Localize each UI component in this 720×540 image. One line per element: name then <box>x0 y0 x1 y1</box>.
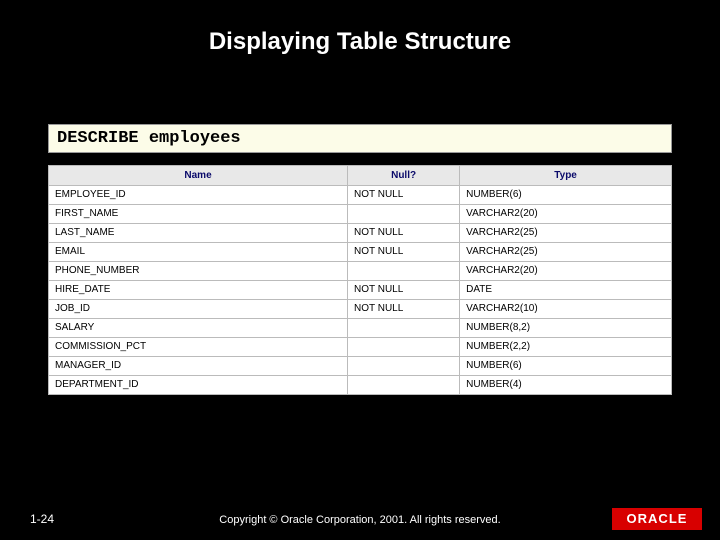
cell-null: NOT NULL <box>348 186 460 205</box>
cell-type: VARCHAR2(20) <box>460 205 672 224</box>
col-header-name: Name <box>49 166 348 186</box>
cell-type: VARCHAR2(20) <box>460 262 672 281</box>
cell-type: NUMBER(6) <box>460 186 672 205</box>
structure-table: Name Null? Type EMPLOYEE_IDNOT NULLNUMBE… <box>48 165 672 395</box>
cell-type: VARCHAR2(10) <box>460 300 672 319</box>
table-row: MANAGER_ID NUMBER(6) <box>49 357 672 376</box>
table-row: SALARY NUMBER(8,2) <box>49 319 672 338</box>
col-header-type: Type <box>460 166 672 186</box>
table-row: LAST_NAMENOT NULLVARCHAR2(25) <box>49 224 672 243</box>
cell-name: HIRE_DATE <box>49 281 348 300</box>
table-row: EMAILNOT NULLVARCHAR2(25) <box>49 243 672 262</box>
cell-name: FIRST_NAME <box>49 205 348 224</box>
cell-type: NUMBER(4) <box>460 376 672 395</box>
cell-name: EMAIL <box>49 243 348 262</box>
slide-title: Displaying Table Structure <box>60 0 660 74</box>
oracle-logo: ORACLE <box>612 508 702 530</box>
content-area: DESCRIBE employees Name Null? Type EMPLO… <box>48 124 672 395</box>
cell-null: NOT NULL <box>348 243 460 262</box>
cell-type: NUMBER(2,2) <box>460 338 672 357</box>
cell-type: NUMBER(8,2) <box>460 319 672 338</box>
cell-name: LAST_NAME <box>49 224 348 243</box>
cell-name: JOB_ID <box>49 300 348 319</box>
table-row: HIRE_DATENOT NULLDATE <box>49 281 672 300</box>
cell-name: MANAGER_ID <box>49 357 348 376</box>
cell-type: DATE <box>460 281 672 300</box>
table-row: PHONE_NUMBER VARCHAR2(20) <box>49 262 672 281</box>
cell-null: NOT NULL <box>348 300 460 319</box>
cell-null <box>348 205 460 224</box>
table-row: COMMISSION_PCT NUMBER(2,2) <box>49 338 672 357</box>
cell-null: NOT NULL <box>348 224 460 243</box>
cell-null <box>348 357 460 376</box>
sql-command: DESCRIBE employees <box>48 124 672 153</box>
cell-name: PHONE_NUMBER <box>49 262 348 281</box>
cell-name: DEPARTMENT_ID <box>49 376 348 395</box>
table-row: JOB_IDNOT NULLVARCHAR2(10) <box>49 300 672 319</box>
col-header-null: Null? <box>348 166 460 186</box>
cell-type: VARCHAR2(25) <box>460 224 672 243</box>
table-header-row: Name Null? Type <box>49 166 672 186</box>
cell-null <box>348 262 460 281</box>
cell-type: VARCHAR2(25) <box>460 243 672 262</box>
cell-null <box>348 338 460 357</box>
footer: 1-24 Copyright © Oracle Corporation, 200… <box>0 500 720 530</box>
cell-null <box>348 319 460 338</box>
cell-name: EMPLOYEE_ID <box>49 186 348 205</box>
cell-null <box>348 376 460 395</box>
cell-null: NOT NULL <box>348 281 460 300</box>
table-row: EMPLOYEE_IDNOT NULLNUMBER(6) <box>49 186 672 205</box>
cell-name: SALARY <box>49 319 348 338</box>
table-row: DEPARTMENT_ID NUMBER(4) <box>49 376 672 395</box>
cell-name: COMMISSION_PCT <box>49 338 348 357</box>
cell-type: NUMBER(6) <box>460 357 672 376</box>
table-row: FIRST_NAME VARCHAR2(20) <box>49 205 672 224</box>
